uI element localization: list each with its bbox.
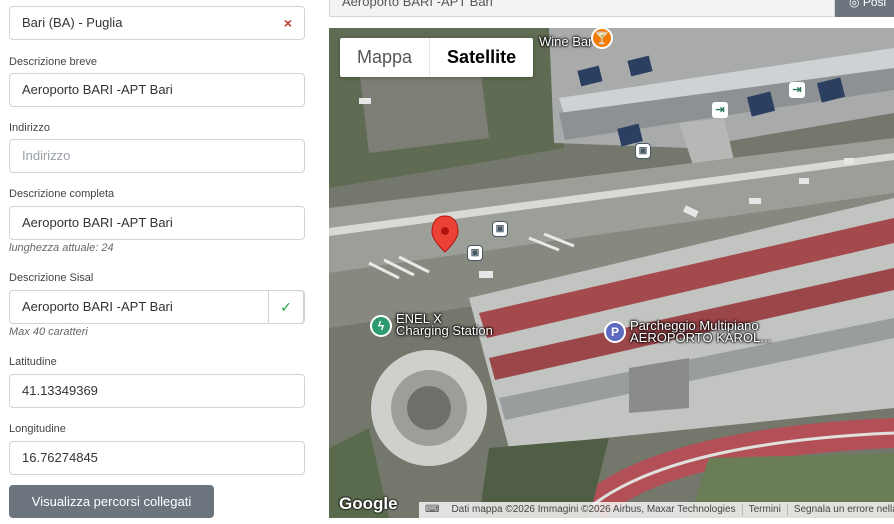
short-desc-label: Descrizione breve	[9, 56, 98, 68]
map-attribution-bar: ⌨ Dati mappa ©2026 Immagini ©2026 Airbus…	[419, 502, 894, 518]
entrance-icon[interactable]: ⇥	[789, 82, 805, 98]
entrance-icon[interactable]: ⇥	[712, 102, 728, 118]
wine-bar-icon[interactable]: 🍸	[591, 28, 613, 49]
sisal-desc-input[interactable]: Aeroporto BARI -APT Bari ✓	[9, 290, 305, 324]
map-type-map[interactable]: Mappa	[340, 38, 429, 77]
parking-icon[interactable]: P	[604, 321, 626, 343]
bus-stop-icon[interactable]: ▣	[635, 143, 651, 159]
clear-icon[interactable]: ×	[284, 7, 292, 39]
position-icon: ◎	[849, 0, 860, 9]
map-type-satellite[interactable]: Satellite	[429, 38, 533, 77]
attribution-text: Dati mappa ©2026 Immagini ©2026 Airbus, …	[451, 504, 736, 515]
check-icon: ✓	[268, 291, 304, 323]
report-error-link[interactable]: Segnala un errore nella mappa	[788, 502, 894, 518]
map-type-control[interactable]: Mappa Satellite	[340, 38, 534, 77]
keyboard-icon[interactable]: ⌨	[419, 502, 445, 518]
longitude-input[interactable]: 16.76274845	[9, 441, 305, 475]
longitude-label: Longitudine	[9, 423, 66, 435]
province-value: Bari (BA) - Puglia	[22, 15, 123, 30]
sisal-desc-value: Aeroporto BARI -APT Bari	[22, 299, 173, 314]
sisal-desc-label: Descrizione Sisal	[9, 272, 94, 284]
bus-stop-icon[interactable]: ▣	[492, 221, 508, 237]
stop-form: Bari (BA) - Puglia × Descrizione breve A…	[0, 0, 318, 524]
address-input[interactable]: Indirizzo	[9, 139, 305, 173]
latitude-input[interactable]: 41.13349369	[9, 374, 305, 408]
full-desc-length-hint: lunghezza attuale: 24	[9, 242, 114, 254]
google-logo: Google	[339, 494, 398, 513]
province-select[interactable]: Bari (BA) - Puglia ×	[9, 6, 305, 40]
full-desc-input[interactable]: Aeroporto BARI -APT Bari	[9, 206, 305, 240]
linked-routes-button[interactable]: Visualizza percorsi collegati	[9, 485, 214, 518]
map-search-input[interactable]: Aeroporto BARI -APT Bari	[329, 0, 835, 17]
wine-bar-label[interactable]: Wine Bar	[539, 35, 592, 48]
sisal-desc-max-hint: Max 40 caratteri	[9, 326, 88, 338]
short-desc-input[interactable]: Aeroporto BARI -APT Bari	[9, 73, 305, 107]
position-button-label: Posi	[862, 0, 887, 9]
satellite-map[interactable]: Mappa Satellite Wine Bar 🍸 ϟ ENEL X Char…	[329, 28, 894, 518]
address-label: Indirizzo	[9, 122, 50, 134]
charging-station-icon[interactable]: ϟ	[370, 315, 392, 337]
full-desc-label: Descrizione completa	[9, 188, 115, 200]
charging-station-label[interactable]: ENEL X Charging Station	[396, 312, 493, 338]
bus-stop-icon[interactable]: ▣	[467, 245, 483, 261]
terms-link[interactable]: Termini	[743, 502, 787, 518]
satellite-imagery	[329, 28, 894, 518]
charging-station-label-line2: Charging Station	[396, 323, 493, 338]
position-button[interactable]: ◎ Posi	[835, 0, 894, 17]
parking-label-line2: AEROPORTO KAROL...	[630, 330, 772, 345]
latitude-label: Latitudine	[9, 356, 57, 368]
parking-label[interactable]: Parcheggio Multipiano AEROPORTO KAROL...	[630, 319, 772, 345]
